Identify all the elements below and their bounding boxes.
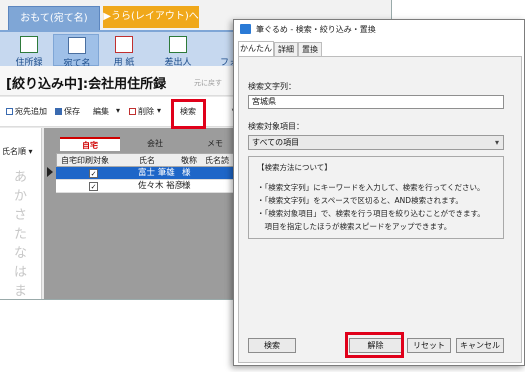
ribbon-address-book-button[interactable]: 住所録: [6, 34, 52, 68]
print-target-checkbox[interactable]: ✓: [89, 182, 98, 191]
kana-index-item[interactable]: は: [14, 261, 27, 280]
kana-index-item[interactable]: や: [14, 297, 27, 299]
tab-simple[interactable]: かんたん: [238, 41, 274, 56]
help-line: 項目を指定したほうが検索スピードをアップできます。: [257, 222, 452, 231]
tab-switch-to-back[interactable]: ▶うら(レイアウト)へ切替: [103, 6, 199, 44]
app-icon: [240, 24, 251, 34]
column-header[interactable]: 自宅印刷対象: [61, 155, 109, 166]
search-button-highlight: [171, 99, 206, 129]
column-header[interactable]: 氏名読: [205, 155, 229, 166]
print-target-checkbox[interactable]: ✓: [89, 169, 98, 178]
addressee-icon: [68, 37, 86, 54]
search-target-value: すべての項目: [252, 138, 300, 147]
edit-dropdown-arrow[interactable]: ▾: [116, 106, 120, 115]
undo-filter-link[interactable]: 元に戻す: [194, 78, 222, 88]
save-button[interactable]: 保存: [55, 106, 80, 117]
kana-index-column: 氏名順 ▾ あ か さ た な は ま や: [0, 128, 42, 299]
column-header[interactable]: 敬称: [181, 155, 197, 166]
search-dialog: 筆ぐるめ - 検索・絞り込み・置換 かんたん 詳細 置換 検索文字列： 宮城県 …: [233, 19, 525, 366]
sort-order-dropdown[interactable]: 氏名順 ▾: [2, 146, 33, 157]
dialog-title-bar: 筆ぐるめ - 検索・絞り込み・置換: [234, 20, 524, 38]
help-title: 【検索方法について】: [257, 163, 332, 172]
ribbon-sender-button[interactable]: 差出人: [155, 34, 201, 68]
search-button[interactable]: 検索: [248, 338, 296, 353]
trash-icon: [129, 108, 136, 115]
save-icon: [55, 108, 62, 115]
delete-dropdown-arrow[interactable]: ▾: [157, 106, 161, 115]
add-addressee-button[interactable]: 宛先追加: [6, 106, 47, 117]
edit-button[interactable]: 編集: [93, 106, 109, 117]
search-target-select[interactable]: すべての項目 ▾: [248, 135, 504, 150]
tab-replace[interactable]: 置換: [298, 42, 322, 56]
sender-icon: [169, 36, 187, 53]
kana-index-item[interactable]: な: [14, 242, 27, 261]
current-row-indicator: [47, 167, 53, 177]
help-line: ・「検索文字列」にキーワードを入力して、検索を行ってください。: [257, 183, 485, 192]
search-string-input[interactable]: 宮城県: [248, 95, 504, 109]
cancel-button[interactable]: キャンセル: [456, 338, 504, 353]
tab-front-address[interactable]: おもて(宛て名): [8, 6, 100, 30]
name-cell: 佐々木 裕彦: [138, 181, 184, 191]
add-card-icon: [6, 108, 13, 115]
ribbon-addressee-button[interactable]: 宛て名: [53, 34, 99, 69]
tab-detail[interactable]: 詳細: [274, 42, 298, 56]
release-button-highlight: [345, 332, 404, 358]
dialog-title: 筆ぐるめ - 検索・絞り込み・置換: [256, 25, 376, 34]
kana-index-item[interactable]: た: [14, 223, 27, 242]
tab-home[interactable]: 自宅: [60, 137, 120, 151]
honorific-cell: 様: [182, 168, 191, 178]
column-header[interactable]: 氏名: [139, 155, 155, 166]
address-book-icon: [20, 36, 38, 53]
honorific-cell: 様: [182, 181, 191, 191]
tab-company[interactable]: 会社: [122, 137, 188, 151]
help-line: ・「検索文字列」をスペースで区切ると、AND検索されます。: [257, 196, 463, 205]
kana-index-item[interactable]: あ: [14, 166, 27, 185]
ribbon-paper-button[interactable]: 用 紙: [101, 34, 147, 68]
help-line: ・「検索対象項目」で、検索を行う項目を絞り込むことができます。: [257, 209, 485, 218]
name-cell: 富士 筆雄: [138, 168, 175, 178]
chevron-down-icon: ▾: [494, 138, 499, 147]
reset-button[interactable]: リセット: [407, 338, 451, 353]
paper-icon: [115, 36, 133, 53]
search-help-box: 【検索方法について】 ・「検索文字列」にキーワードを入力して、検索を行ってくださ…: [248, 156, 504, 239]
search-target-label: 検索対象項目：: [248, 122, 304, 131]
search-string-label: 検索文字列：: [248, 82, 296, 91]
kana-index-item[interactable]: か: [14, 185, 27, 204]
page-title: [絞り込み中]:会社用住所録: [6, 77, 167, 92]
kana-index-item[interactable]: さ: [14, 204, 27, 223]
delete-button[interactable]: 削除: [129, 106, 154, 117]
